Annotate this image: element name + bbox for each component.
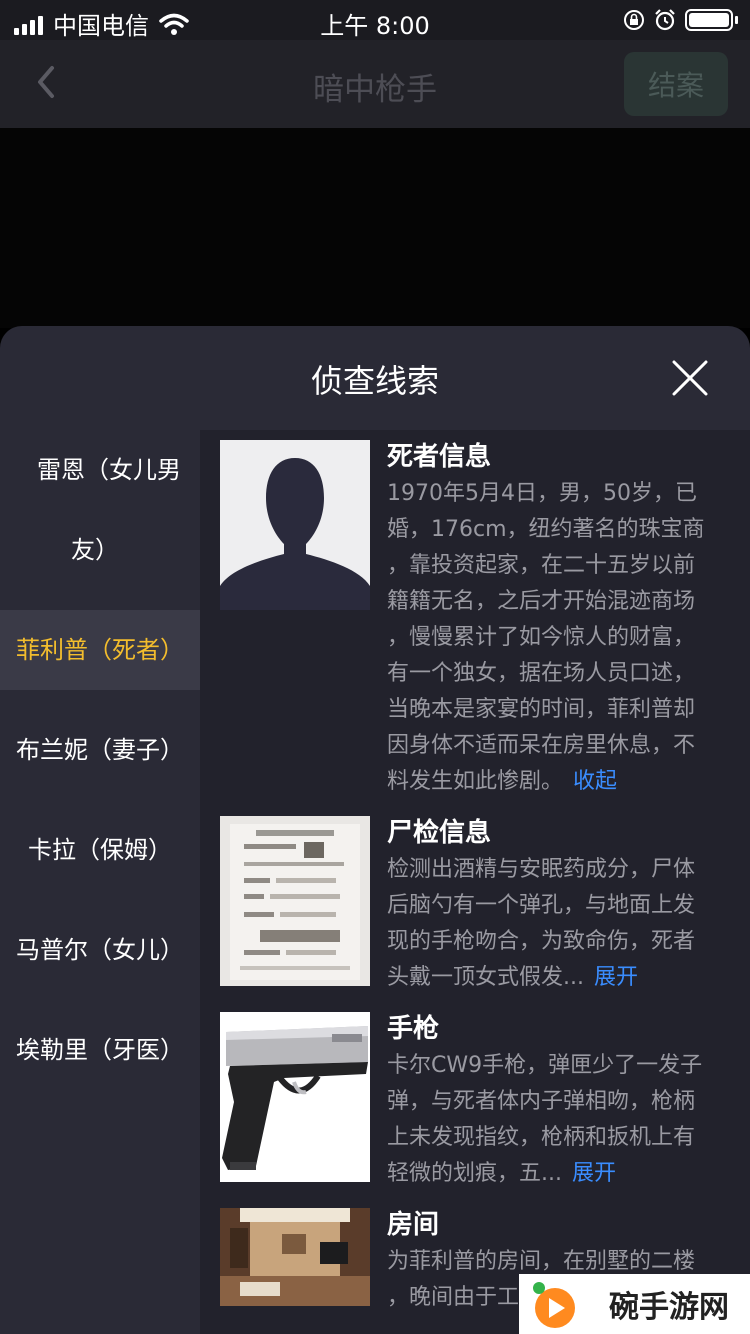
sidebar-item-label: 雷恩（女儿男: [37, 456, 181, 484]
battery-icon: [685, 9, 733, 31]
clue-description: 检测出酒精与安眠药成分，尸体 后脑勺有一个弹孔，与地面上发 现的手枪吻合，为致命…: [387, 857, 696, 990]
status-bar: 中国电信 上午 8:00: [0, 0, 750, 40]
close-icon[interactable]: [670, 358, 710, 398]
sidebar-item-label: 卡拉（保姆）: [28, 836, 172, 864]
nav-bar: 暗中枪手 结案: [0, 40, 750, 128]
sidebar-item-carla[interactable]: 卡拉（保姆）: [0, 810, 200, 890]
alarm-icon: [655, 9, 675, 31]
clues-sheet: 侦查线索 雷恩（女儿男 友） 菲利普（死者） 布兰妮（妻子） 卡拉（保姆） 马普…: [0, 326, 750, 1334]
sidebar-item-label: 友）: [71, 536, 119, 564]
clue-description: 1970年5月4日，男，50岁，已 婚，176cm，纽约著名的珠宝商 ，靠投资起…: [387, 481, 705, 794]
watermark-text: 碗手游网: [609, 1290, 729, 1325]
clue-title: 死者信息: [387, 442, 492, 472]
watermark-logo-icon: [533, 1282, 575, 1328]
collapse-link[interactable]: 收起: [573, 769, 617, 794]
victim-silhouette-image: [220, 440, 370, 610]
autopsy-report-image: [220, 816, 370, 986]
expand-link[interactable]: 展开: [594, 965, 638, 990]
close-case-button[interactable]: 结案: [624, 52, 728, 116]
watermark: 碗手游网: [519, 1274, 750, 1334]
sidebar-item-britney[interactable]: 布兰妮（妻子）: [0, 690, 200, 810]
sheet-title: 侦查线索: [310, 362, 439, 400]
sidebar-item-ellery[interactable]: 埃勒里（牙医）: [0, 1010, 200, 1090]
room-image: [220, 1208, 370, 1306]
battery-nub: [735, 16, 738, 24]
sidebar-item-label: 菲利普（死者）: [16, 636, 184, 664]
sidebar-item-label: 埃勒里（牙医）: [16, 1036, 184, 1064]
clue-description: 卡尔CW9手枪，弹匣少了一发子 弹，与死者体内子弹相吻，枪柄 上未发现指纹，枪柄…: [387, 1053, 703, 1186]
expand-link[interactable]: 展开: [572, 1161, 616, 1186]
clue-title: 手枪: [387, 1014, 440, 1044]
pistol-image: [220, 1012, 370, 1182]
sidebar-item-marple[interactable]: 马普尔（女儿）: [0, 890, 200, 1010]
suspect-sidebar: 雷恩（女儿男 友） 菲利普（死者） 布兰妮（妻子） 卡拉（保姆） 马普尔（女儿）…: [0, 430, 200, 1334]
clue-list[interactable]: 死者信息 1970年5月4日，男，50岁，已 婚，176cm，纽约著名的珠宝商 …: [200, 430, 750, 1334]
clue-title: 房间: [387, 1210, 440, 1240]
orientation-lock-icon: [624, 10, 644, 30]
backdrop[interactable]: [0, 128, 750, 328]
sidebar-item-ryan[interactable]: 雷恩（女儿男 友）: [0, 430, 200, 610]
sidebar-item-philip[interactable]: 菲利普（死者）: [0, 610, 200, 690]
clue-title: 尸检信息: [387, 818, 492, 848]
sidebar-item-label: 布兰妮（妻子）: [16, 736, 184, 764]
sidebar-item-label: 马普尔（女儿）: [16, 936, 184, 964]
